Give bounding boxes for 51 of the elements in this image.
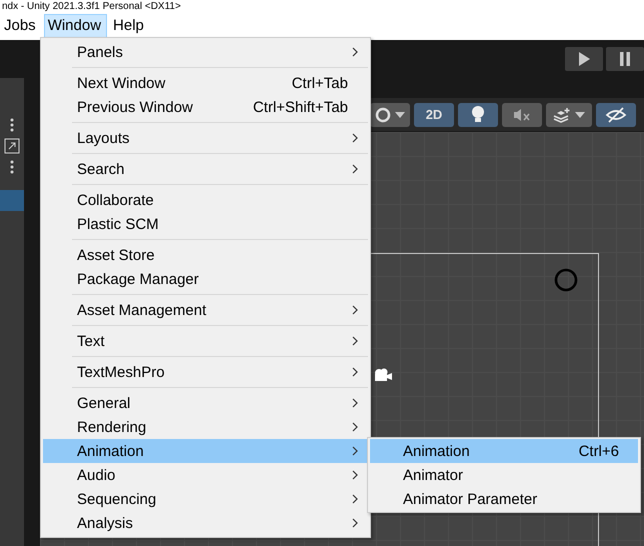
menu-item[interactable]: Sequencing [43,487,368,511]
shortcut-label: Ctrl+Tab [292,74,348,92]
shading-mode-button[interactable] [370,102,410,126]
menu-item[interactable]: Animation [43,439,368,463]
mute-icon [513,108,531,122]
window-title: ndx - Unity 2021.3.3f1 Personal <DX11> [2,1,181,13]
menu-item[interactable]: Panels [43,40,368,64]
menu-bar-item[interactable]: Help [109,14,150,38]
sphere-icon [375,106,391,122]
2d-toggle-button[interactable]: 2D [414,102,454,126]
menu-item[interactable]: Asset Management [43,298,368,322]
caret-icon [395,112,405,118]
play-icon [578,52,590,66]
menu-item[interactable]: Animator Parameter [370,487,638,511]
menu-item[interactable]: Layouts [43,126,368,150]
audio-toggle-button[interactable] [502,102,542,126]
eye-slash-icon [605,106,627,122]
menu-item[interactable]: General [43,391,368,415]
visibility-toggle-button[interactable] [596,102,636,126]
menu-item[interactable]: Animation Ctrl+6 [370,439,638,463]
more-icon[interactable] [10,160,14,174]
menu-item[interactable]: Asset Store [43,243,368,267]
camera-icon [373,368,393,382]
shortcut-label: Ctrl+6 [578,442,619,460]
menu-item[interactable]: Collaborate [43,188,368,212]
lightbulb-icon [471,106,485,124]
menu-item[interactable]: Analysis [43,511,368,535]
menu-bar-item[interactable]: Jobs [0,14,42,38]
menu-item[interactable]: Next Window Ctrl+Tab [43,71,368,95]
lighting-toggle-button[interactable] [458,102,498,126]
play-button[interactable] [565,47,603,71]
pause-button[interactable] [606,47,644,71]
more-icon[interactable] [10,118,14,132]
menu-item[interactable]: Previous Window Ctrl+Shift+Tab [43,95,368,119]
layers-icon [553,106,571,122]
shortcut-label: Ctrl+Shift+Tab [252,98,348,116]
menu-item[interactable]: Audio [43,463,368,487]
menu-item[interactable]: Text [43,329,368,353]
menu-item[interactable]: TextMeshPro [43,360,368,384]
circle-icon [553,267,579,293]
caret-icon [575,112,585,118]
menu-item[interactable]: Package Manager [43,267,368,291]
selected-row [0,190,24,211]
menu-item[interactable]: Search [43,157,368,181]
pause-icon [620,52,630,66]
menu-bar-item[interactable]: Window [44,14,108,38]
menu-item[interactable]: Rendering [43,415,368,439]
window-icon[interactable] [4,138,20,154]
menu-item[interactable]: Plastic SCM [43,212,368,236]
menu-item[interactable]: Animator [370,463,638,487]
effects-button[interactable] [546,102,592,126]
